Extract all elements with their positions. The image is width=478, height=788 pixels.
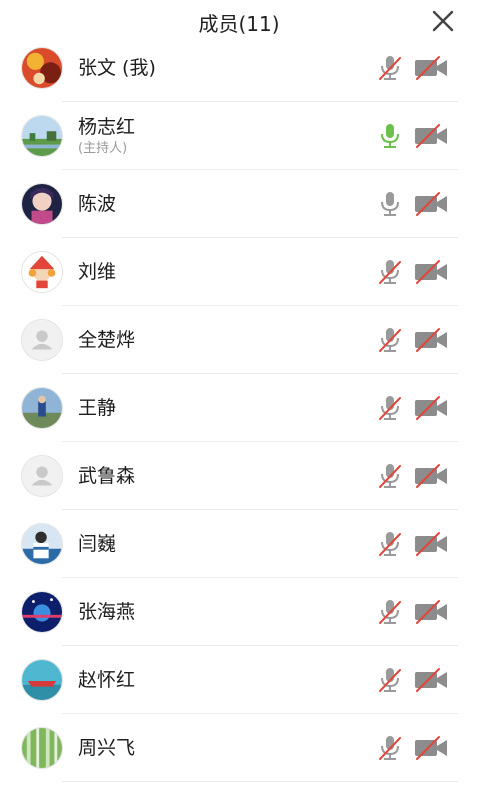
member-info: 全楚烨 (78, 306, 135, 374)
video-camera-icon (415, 56, 447, 80)
mic-toggle-button[interactable] (377, 462, 403, 490)
video-camera-icon (415, 668, 447, 692)
member-name: 杨志红 (78, 116, 136, 138)
avatar (21, 523, 63, 565)
camera-toggle-button[interactable] (414, 191, 448, 217)
microphone-icon (379, 532, 401, 556)
divider (62, 781, 458, 782)
mic-toggle-button[interactable] (377, 122, 403, 150)
video-camera-icon (415, 532, 447, 556)
mic-toggle-button[interactable] (377, 734, 403, 762)
camera-toggle-button[interactable] (414, 395, 448, 421)
member-info: 武鲁森 (78, 442, 135, 510)
avatar (21, 387, 63, 429)
member-name: 全楚烨 (78, 329, 136, 351)
video-camera-icon (415, 260, 447, 284)
microphone-icon (379, 668, 401, 692)
microphone-icon (379, 328, 401, 352)
microphone-icon (381, 124, 399, 148)
member-name: 王静 (78, 397, 117, 419)
camera-toggle-button[interactable] (414, 259, 448, 285)
video-camera-icon (415, 124, 447, 148)
member-row[interactable]: 武鲁森 (0, 442, 478, 510)
camera-toggle-button[interactable] (414, 531, 448, 557)
close-button[interactable] (430, 8, 456, 34)
mic-toggle-button[interactable] (377, 666, 403, 694)
member-role: (主持人) (78, 141, 128, 156)
video-camera-icon (415, 736, 447, 760)
header: 成员(11) (0, 0, 478, 46)
member-name: 张海燕 (78, 601, 136, 623)
member-row[interactable]: 周兴飞 (0, 714, 478, 782)
video-camera-icon (415, 396, 447, 420)
member-info: 赵怀红 (78, 646, 135, 714)
avatar (21, 659, 63, 701)
member-row[interactable]: 杨志红 (主持人) (0, 102, 478, 170)
member-info: 王静 (78, 374, 116, 442)
video-camera-icon (415, 464, 447, 488)
microphone-icon (381, 192, 399, 216)
member-info: 陈波 (78, 170, 116, 238)
microphone-icon (379, 396, 401, 420)
member-name: 周兴飞 (78, 737, 136, 759)
member-row[interactable]: 闫巍 (0, 510, 478, 578)
microphone-icon (379, 56, 401, 80)
page-title: 成员(11) (198, 12, 280, 36)
camera-toggle-button[interactable] (414, 735, 448, 761)
microphone-icon (379, 600, 401, 624)
avatar (21, 455, 63, 497)
mic-toggle-button[interactable] (377, 394, 403, 422)
member-row[interactable]: 全楚烨 (0, 306, 478, 374)
member-name: 赵怀红 (78, 669, 136, 691)
microphone-icon (379, 736, 401, 760)
member-name: 武鲁森 (78, 465, 136, 487)
member-name: 张文 (我) (78, 57, 156, 79)
member-row[interactable]: 刘维 (0, 238, 478, 306)
camera-toggle-button[interactable] (414, 463, 448, 489)
member-name: 刘维 (78, 261, 117, 283)
avatar (21, 183, 63, 225)
microphone-icon (379, 260, 401, 284)
avatar (21, 591, 63, 633)
member-row[interactable]: 赵怀红 (0, 646, 478, 714)
member-info: 张海燕 (78, 578, 135, 646)
camera-toggle-button[interactable] (414, 55, 448, 81)
mic-toggle-button[interactable] (377, 598, 403, 626)
video-camera-icon (415, 192, 447, 216)
avatar (21, 251, 63, 293)
video-camera-icon (415, 600, 447, 624)
avatar (21, 319, 63, 361)
mic-toggle-button[interactable] (377, 258, 403, 286)
mic-toggle-button[interactable] (377, 530, 403, 558)
avatar (21, 727, 63, 769)
camera-toggle-button[interactable] (414, 327, 448, 353)
avatar (21, 47, 63, 89)
camera-toggle-button[interactable] (414, 667, 448, 693)
member-row[interactable]: 张海燕 (0, 578, 478, 646)
member-info: 刘维 (78, 238, 116, 306)
member-row[interactable]: 陈波 (0, 170, 478, 238)
member-name: 陈波 (78, 193, 117, 215)
member-info: 周兴飞 (78, 714, 135, 782)
avatar (21, 115, 63, 157)
mic-toggle-button[interactable] (377, 54, 403, 82)
microphone-icon (379, 464, 401, 488)
camera-toggle-button[interactable] (414, 599, 448, 625)
member-name: 闫巍 (78, 533, 117, 555)
video-camera-icon (415, 328, 447, 352)
close-icon (432, 10, 454, 32)
member-info: 杨志红 (主持人) (78, 102, 135, 170)
member-row[interactable]: 王静 (0, 374, 478, 442)
member-info: 闫巍 (78, 510, 116, 578)
mic-toggle-button[interactable] (377, 190, 403, 218)
camera-toggle-button[interactable] (414, 123, 448, 149)
mic-toggle-button[interactable] (377, 326, 403, 354)
